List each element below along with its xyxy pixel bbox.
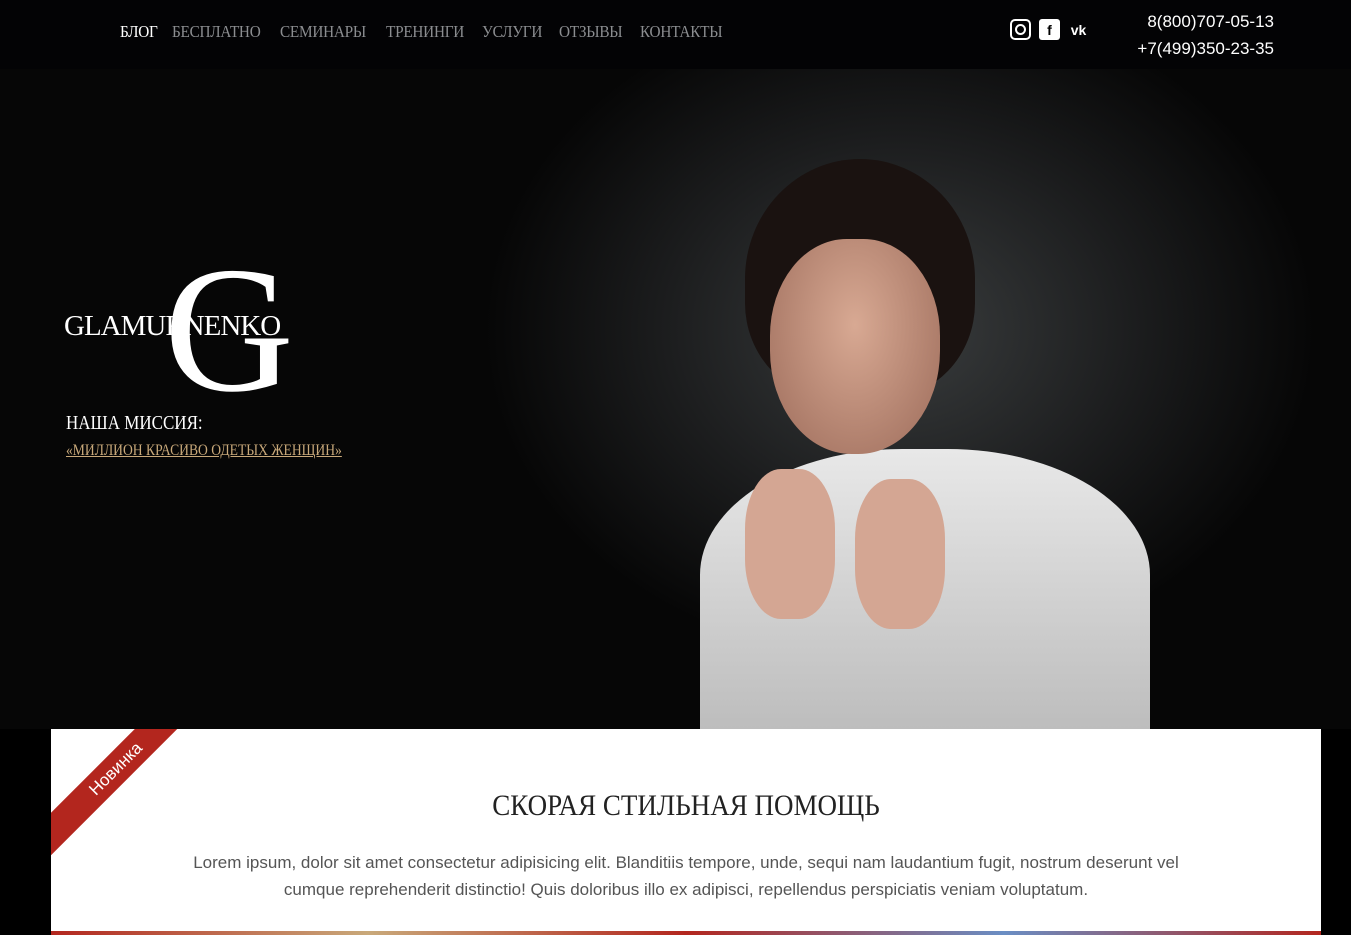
nav-seminars[interactable]: СЕМИНАРЫ [280,22,366,42]
nav-contacts[interactable]: КОНТАКТЫ [640,22,723,42]
vk-icon[interactable]: vk [1068,19,1089,40]
photo-face [770,239,940,454]
nav-reviews[interactable]: ОТЗЫВЫ [559,22,623,42]
photo-hand [745,469,835,619]
phone-numbers: 8(800)707-05-13 +7(499)350-23-35 [1137,8,1274,62]
card-text: Lorem ipsum, dolor sit amet consectetur … [193,853,1179,899]
nav-free[interactable]: БЕСПЛАТНО [172,22,261,42]
mission-link[interactable]: «МИЛЛИОН КРАСИВО ОДЕТЫХ ЖЕНЩИН» [66,442,342,460]
promo-card: Новинка СКОРАЯ СТИЛЬНАЯ ПОМОЩЬ Lorem ips… [51,729,1321,935]
social-links: f vk [1010,19,1089,40]
logo-word: GLAMURNENKO [64,310,281,342]
header: БЛОГ БЕСПЛАТНО СЕМИНАРЫ ТРЕНИНГИ УСЛУГИ … [0,0,1351,69]
nav-blog[interactable]: БЛОГ [120,22,158,42]
mission-title: НАША МИССИЯ: [66,412,203,434]
nav-services[interactable]: УСЛУГИ [482,22,542,42]
phone-2[interactable]: +7(499)350-23-35 [1137,35,1274,62]
color-stripe [51,931,1321,935]
instagram-icon[interactable] [1010,19,1031,40]
card-title: СКОРАЯ СТИЛЬНАЯ ПОМОЩЬ [492,789,880,822]
phone-1[interactable]: 8(800)707-05-13 [1137,8,1274,35]
facebook-icon[interactable]: f [1039,19,1060,40]
photo-hand [855,479,945,629]
main-nav: БЛОГ БЕСПЛАТНО СЕМИНАРЫ ТРЕНИНГИ УСЛУГИ … [120,22,725,42]
logo[interactable]: G GLAMURNENKO [64,240,294,420]
nav-trainings[interactable]: ТРЕНИНГИ [386,22,464,42]
